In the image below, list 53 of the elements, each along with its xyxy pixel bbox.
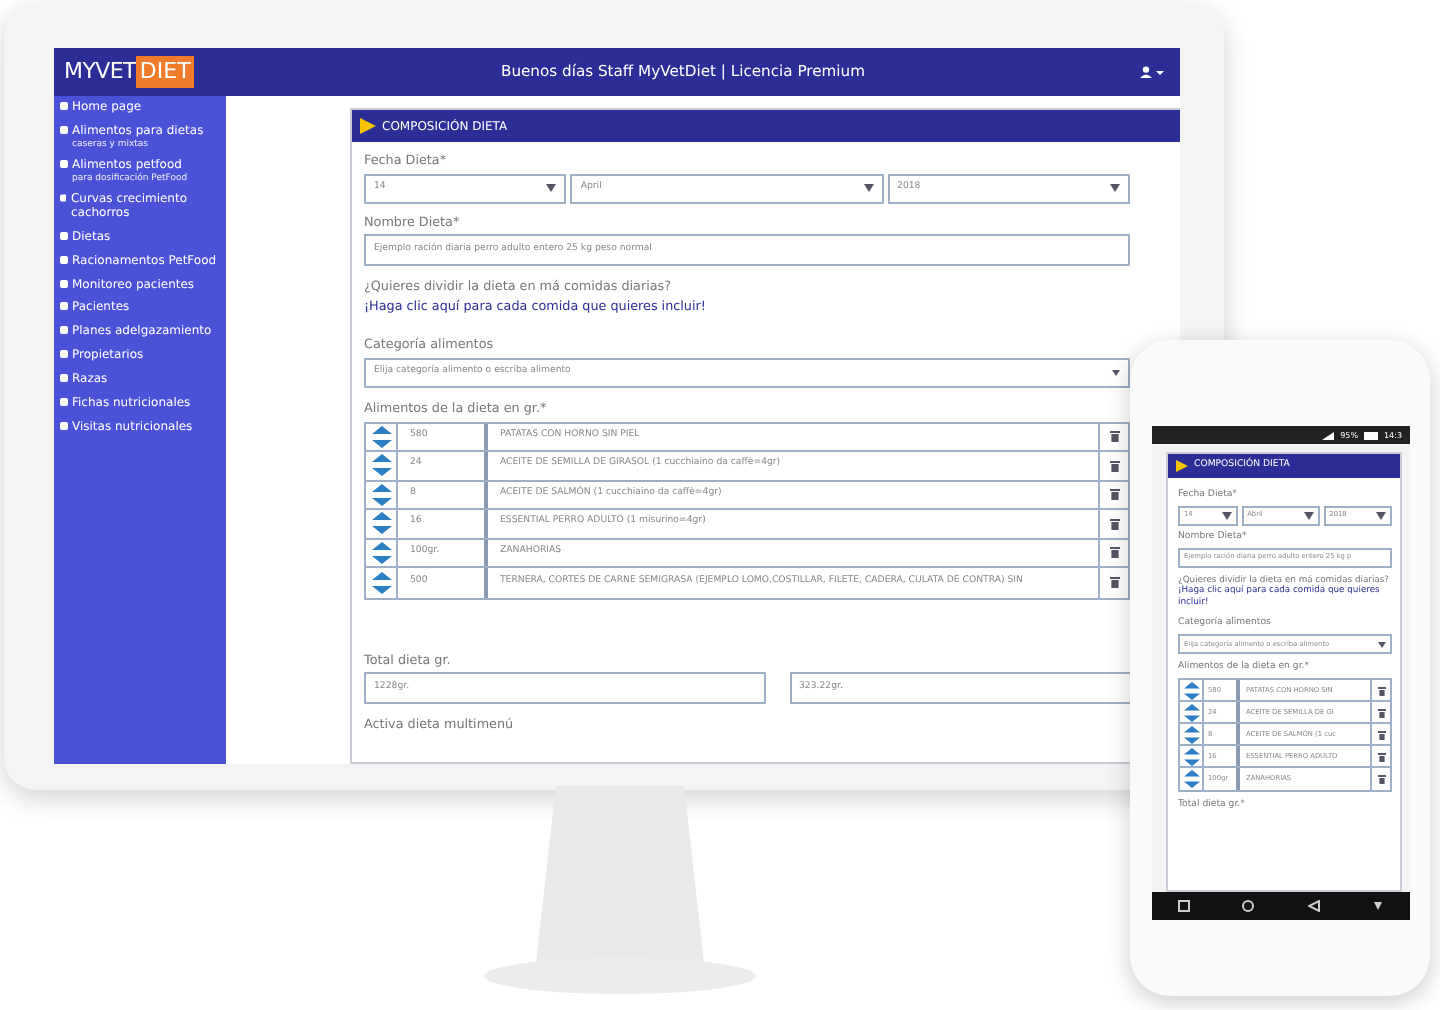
up-down-arrows-icon[interactable] — [371, 454, 391, 477]
triangle-icon — [360, 118, 376, 134]
trash-icon[interactable] — [1377, 774, 1385, 785]
up-down-arrows-icon[interactable] — [371, 512, 391, 535]
square-icon — [60, 159, 68, 168]
square-icon — [60, 350, 68, 359]
square-icon[interactable] — [1178, 900, 1191, 912]
up-down-arrows-icon[interactable] — [1183, 725, 1199, 744]
trash-icon[interactable] — [1109, 430, 1119, 443]
up-down-arrows-icon[interactable] — [371, 571, 391, 594]
square-icon — [60, 279, 68, 288]
trash-icon[interactable] — [1109, 576, 1119, 589]
down-arrow-icon[interactable] — [1371, 900, 1384, 912]
square-icon — [60, 125, 68, 134]
trash-icon[interactable] — [1377, 685, 1385, 696]
trash-icon[interactable] — [1109, 488, 1119, 501]
caret-icon — [1303, 511, 1314, 520]
brand-logo[interactable]: MYVET DIET — [54, 55, 226, 89]
up-down-arrows-icon[interactable] — [1183, 681, 1199, 700]
trash-icon[interactable] — [1377, 751, 1385, 762]
square-icon — [60, 255, 68, 264]
signal-icon — [1322, 431, 1335, 439]
square-icon — [60, 374, 68, 383]
trash-icon[interactable] — [1109, 517, 1119, 530]
caret-icon — [1221, 511, 1232, 520]
user-icon[interactable] — [1140, 66, 1164, 78]
up-down-arrows-icon[interactable] — [371, 541, 391, 564]
caret-icon — [1112, 370, 1120, 377]
caret-icon — [1378, 641, 1386, 648]
up-down-arrows-icon[interactable] — [1183, 770, 1199, 789]
caret-icon — [863, 184, 874, 193]
trash-icon[interactable] — [1377, 707, 1385, 718]
square-icon — [60, 194, 67, 203]
caret-icon — [546, 184, 557, 193]
up-down-arrows-icon[interactable] — [1183, 747, 1199, 766]
square-icon — [60, 326, 68, 335]
trash-icon[interactable] — [1109, 546, 1119, 559]
battery-icon — [1364, 431, 1379, 439]
up-down-arrows-icon[interactable] — [371, 483, 391, 506]
square-icon — [60, 302, 68, 311]
trash-icon[interactable] — [1109, 459, 1119, 472]
up-down-arrows-icon[interactable] — [371, 425, 391, 448]
square-icon — [60, 102, 68, 110]
triangle-icon — [1176, 460, 1188, 472]
back-triangle-icon[interactable] — [1307, 900, 1320, 912]
caret-icon — [1376, 511, 1386, 520]
square-icon — [60, 421, 68, 430]
up-down-arrows-icon[interactable] — [1183, 703, 1199, 722]
caret-icon — [1109, 184, 1120, 193]
square-icon — [60, 398, 68, 407]
circle-icon[interactable] — [1242, 900, 1255, 912]
square-icon — [60, 231, 68, 240]
trash-icon[interactable] — [1377, 729, 1385, 740]
